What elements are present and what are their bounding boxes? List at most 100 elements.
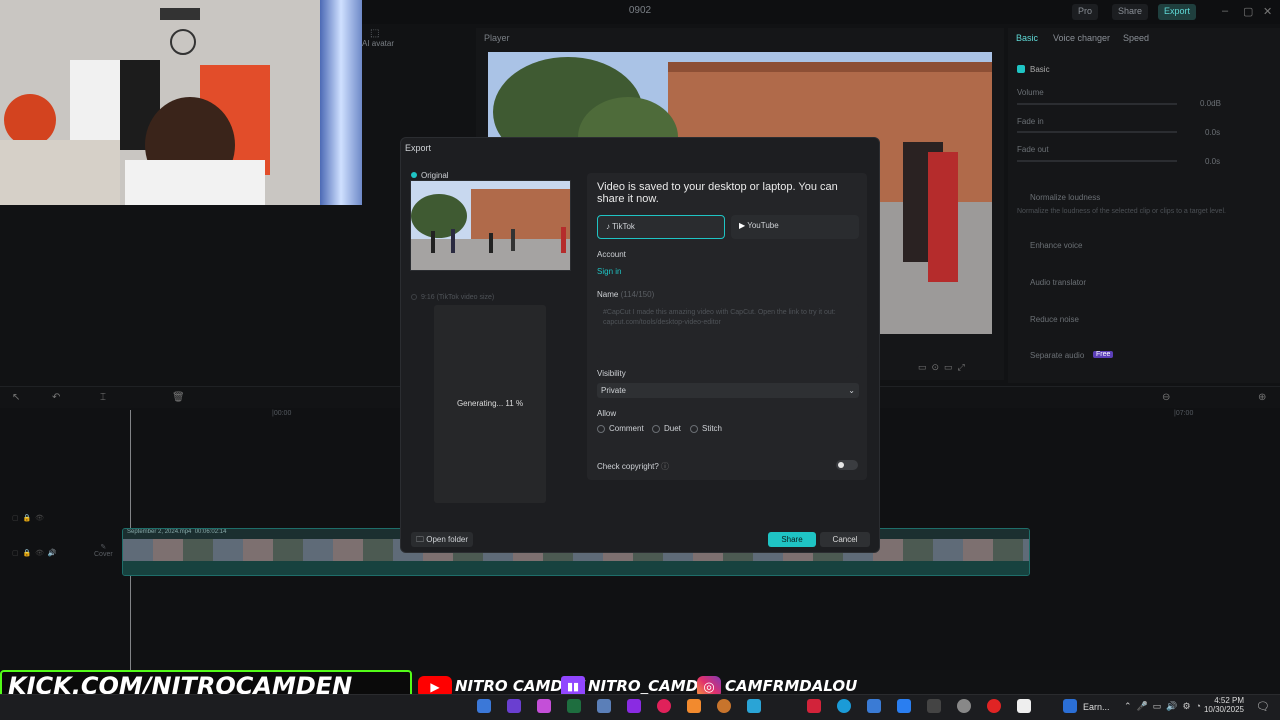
size-option[interactable]: 9:16 (TikTok video size) xyxy=(411,294,494,301)
comment-checkbox[interactable] xyxy=(597,424,605,433)
taskbar-app-icon[interactable] xyxy=(717,699,731,713)
info-icon[interactable]: ⓘ xyxy=(661,462,669,471)
fade-out-slider[interactable] xyxy=(1017,160,1177,162)
select-tool-icon[interactable]: ↖ xyxy=(12,392,20,403)
tiktok-label: TikTok xyxy=(612,222,635,231)
zoom-in-icon[interactable]: ⊕ xyxy=(1258,392,1266,403)
cancel-button[interactable]: Cancel xyxy=(820,532,870,547)
webcam-light xyxy=(320,0,362,205)
taskbar-app-icon[interactable] xyxy=(957,699,971,713)
project-title: 0902 xyxy=(628,5,652,16)
maximize-icon[interactable]: ▢ xyxy=(1243,5,1253,18)
name-label: Name xyxy=(597,290,619,299)
delete-icon[interactable]: 🗑 xyxy=(172,392,185,403)
ruler-tick: |00:00 xyxy=(272,410,292,417)
taskbar-app-icon[interactable] xyxy=(597,699,611,713)
normalize-label[interactable]: Normalize loudness xyxy=(1030,193,1100,202)
export-button[interactable]: Export xyxy=(1158,4,1197,20)
open-folder-label: Open folder xyxy=(426,535,469,544)
minimize-icon[interactable]: – xyxy=(1222,5,1228,17)
ai-avatar-item[interactable]: ⬚ AI avatar xyxy=(362,28,394,48)
stitch-checkbox[interactable] xyxy=(690,424,698,433)
audio-translator-label[interactable]: Audio translator xyxy=(1030,278,1086,287)
original-thumbnail xyxy=(410,180,571,271)
taskbar-app-icon[interactable] xyxy=(687,699,701,713)
tab-basic[interactable]: Basic xyxy=(1016,33,1038,43)
taskbar-app-icon[interactable] xyxy=(837,699,851,713)
taskbar-app-icon[interactable] xyxy=(897,699,911,713)
word-icon[interactable] xyxy=(1063,699,1077,713)
taskbar-app-icon[interactable] xyxy=(807,699,821,713)
taskbar-app-icon[interactable] xyxy=(927,699,941,713)
original-radio[interactable] xyxy=(411,172,417,178)
share-button[interactable]: Share xyxy=(768,532,816,547)
zoom-out-icon[interactable]: ⊖ xyxy=(1162,392,1170,403)
capcut-taskbar-icon[interactable] xyxy=(1017,699,1031,713)
duet-checkbox[interactable] xyxy=(652,424,660,433)
allow-duet[interactable]: Duet xyxy=(652,424,681,433)
track-controls-icon[interactable]: ▢ 🔒 👁 🔊 xyxy=(12,549,57,557)
taskbar-app-icon[interactable] xyxy=(567,699,581,713)
split-icon[interactable]: ⌶ xyxy=(100,392,106,403)
notification-icon[interactable]: 🗨 xyxy=(1256,700,1270,713)
player-label: Player xyxy=(484,33,510,43)
taskbar-app-icon[interactable] xyxy=(537,699,551,713)
fade-in-slider[interactable] xyxy=(1017,131,1177,133)
share-top-button[interactable]: Share xyxy=(1112,4,1149,20)
sign-in-link[interactable]: Sign in xyxy=(597,267,621,276)
webcam-image xyxy=(0,0,362,205)
volume-value[interactable]: 0.0dB xyxy=(1200,99,1221,108)
copyright-toggle[interactable] xyxy=(836,460,858,470)
clock[interactable]: 4:52 PM 10/30/2025 xyxy=(1202,696,1244,714)
taskbar-app-icon[interactable] xyxy=(477,699,491,713)
dialog-title: Export xyxy=(405,143,432,153)
taskbar-app-icon[interactable] xyxy=(747,699,761,713)
taskbar-app-icon[interactable] xyxy=(657,699,671,713)
tiktok-button[interactable]: ♪ TikTok xyxy=(597,215,725,239)
cover-button[interactable]: ✎ Cover xyxy=(94,543,113,558)
cover-icon: ✎ xyxy=(100,544,107,551)
open-folder-button[interactable]: 🗀 Open folder xyxy=(411,532,473,547)
clock-time: 4:52 PM xyxy=(1214,696,1244,705)
youtube-button[interactable]: ▶ YouTube xyxy=(731,215,859,239)
copyright-row: Check copyright? ⓘ xyxy=(597,461,669,472)
thumbnail-image xyxy=(411,181,570,270)
basic-checkbox[interactable] xyxy=(1017,65,1025,73)
tray-icons[interactable]: ⌃ 🎤 ▭ 🔊 ⚙ ◔ xyxy=(1124,701,1201,712)
track-lock-icon[interactable]: ▢ 🔒 👁 xyxy=(12,514,44,522)
clip-duration: 00:06:02:14 xyxy=(194,529,227,535)
tab-voice-changer[interactable]: Voice changer xyxy=(1053,33,1110,43)
chevron-down-icon: ⌄ xyxy=(848,386,855,395)
volume-slider[interactable] xyxy=(1017,103,1177,105)
allow-stitch[interactable]: Stitch xyxy=(690,424,722,433)
size-radio[interactable] xyxy=(411,294,417,301)
pro-button[interactable]: Pro xyxy=(1072,4,1099,20)
fade-out-value[interactable]: 0.0s xyxy=(1205,157,1220,166)
taskbar-app-icon[interactable] xyxy=(627,699,641,713)
fade-in-value[interactable]: 0.0s xyxy=(1205,128,1220,137)
separate-audio-label[interactable]: Separate audio xyxy=(1030,351,1084,360)
comment-label: Comment xyxy=(609,424,644,433)
reduce-noise-label[interactable]: Reduce noise xyxy=(1030,315,1079,324)
visibility-select[interactable]: Private ⌄ xyxy=(597,383,859,398)
instagram-handle: CAMFRMDALOU xyxy=(725,677,858,695)
enhance-voice-label[interactable]: Enhance voice xyxy=(1030,241,1082,250)
close-icon[interactable]: ✕ xyxy=(1263,5,1272,18)
webcam-overlay xyxy=(0,0,362,205)
name-label-row: Name (114/150) xyxy=(597,290,654,299)
original-option[interactable]: Original xyxy=(411,171,449,180)
name-textarea[interactable]: #CapCut I made this amazing video with C… xyxy=(597,304,859,358)
name-text: #CapCut I made this amazing video with C… xyxy=(603,309,836,326)
undo-icon[interactable]: ↶ xyxy=(52,392,60,403)
youtube-icon: ▶ xyxy=(739,221,746,230)
taskbar-app-icon[interactable] xyxy=(867,699,881,713)
fade-in-label: Fade in xyxy=(1017,117,1044,126)
running-app-label[interactable]: Earn... xyxy=(1083,702,1110,712)
taskbar-app-icon[interactable] xyxy=(987,699,1001,713)
allow-comment[interactable]: Comment xyxy=(597,424,644,433)
taskbar-app-icon[interactable] xyxy=(507,699,521,713)
visibility-label: Visibility xyxy=(597,369,626,378)
preview-controls-icon[interactable]: ▭ ⊙ ▭ ⤢ xyxy=(918,362,965,373)
folder-icon: 🗀 xyxy=(416,535,424,544)
tab-speed[interactable]: Speed xyxy=(1123,33,1149,43)
